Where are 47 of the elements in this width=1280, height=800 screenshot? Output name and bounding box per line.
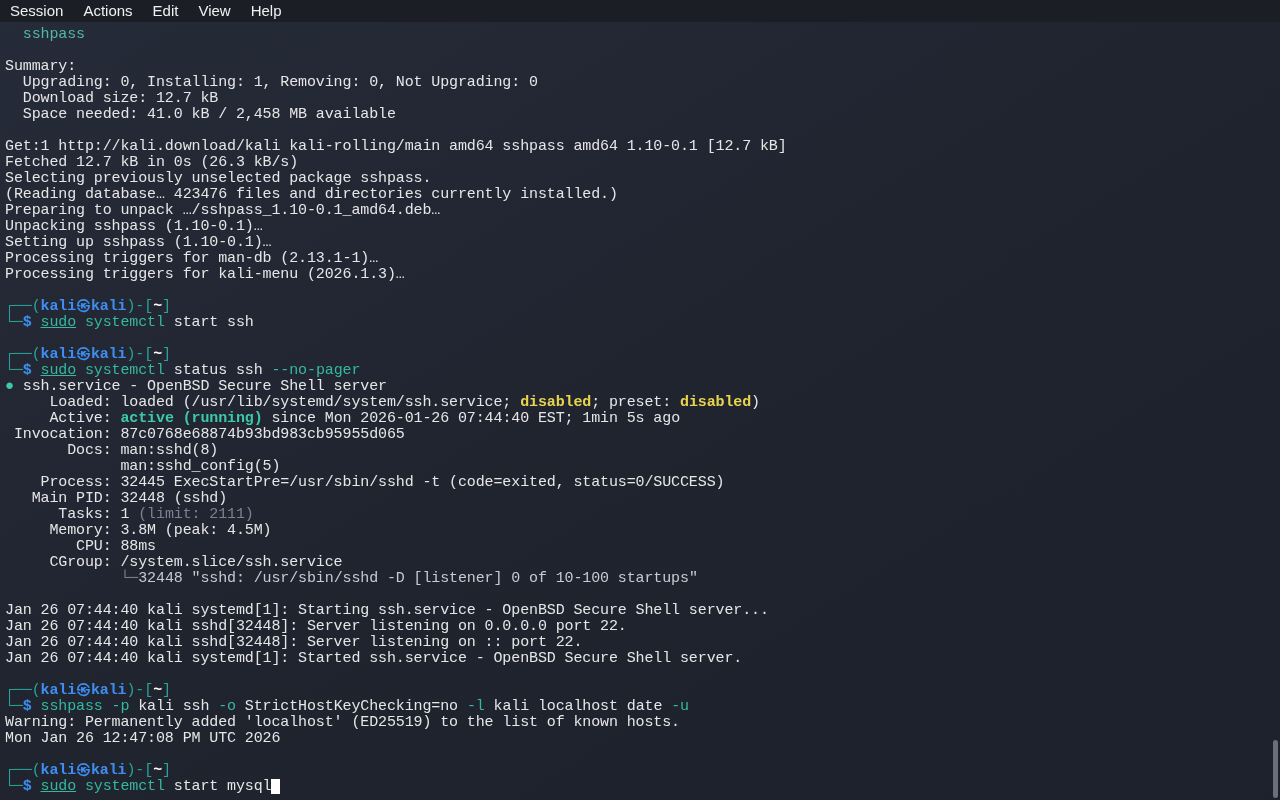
output-line: CPU: 88ms [75, 539, 156, 555]
output-line: Loaded: loaded (/usr/lib/systemd/system/ssh.service; disabled; preset: disabled) [48, 395, 760, 411]
output-line: Process: 32445 ExecStartPre=/usr/sbin/sshd -t (code=exited, status=0/SUCCESS) [39, 475, 725, 491]
output-line: Invocation: 87c0768e68874b93bd983cb95955d065 [12, 427, 405, 443]
output-line: man:sshd_config(5) [119, 459, 281, 475]
output-line: Setting up sshpass (1.10-0.1)… [5, 235, 272, 251]
menu-item[interactable]: Session [10, 0, 64, 23]
output-line: CGroup: /system.slice/ssh.service [48, 555, 343, 571]
output-line: Summary: [5, 59, 77, 75]
output-line: Fetched 12.7 kB in 0s (26.3 kB/s) [5, 155, 299, 171]
command-line: └─$ sudo systemctl start ssh [5, 315, 254, 331]
output-line: Tasks: 1 (limit: 2111) [57, 507, 254, 523]
scrollbar-thumb[interactable] [1273, 740, 1278, 798]
output-line: Processing triggers for kali-menu (2026.1.3)… [5, 267, 405, 283]
output-line: Main PID: 32448 (sshd) [30, 491, 228, 507]
output-line: Upgrading: 0, Installing: 1, Removing: 0, Not Upgrading: 0 [21, 75, 538, 91]
output-line: Mon Jan 26 12:47:08 PM UTC 2026 [5, 731, 281, 747]
output-line: Jan 26 07:44:40 kali sshd[32448]: Server listening on :: port 22. [5, 635, 583, 651]
menu-item[interactable]: Actions [83, 0, 133, 23]
output-line: └─32448 "sshd: /usr/sbin/sshd -D [listener] 0 of 10-100 startups" [119, 571, 698, 587]
command-line: └─$ sudo systemctl start mysql [5, 779, 272, 795]
output-line: Docs: man:sshd(8) [66, 443, 219, 459]
command-line: └─$ sshpass -p kali ssh -o StrictHostKeyChecking=no -l kali localhost date -u [5, 699, 689, 715]
output-line: Download size: 12.7 kB [21, 91, 219, 107]
menu-item[interactable]: View [198, 0, 231, 23]
output-line: Preparing to unpack …/sshpass_1.10-0.1_amd64.deb… [5, 203, 441, 219]
menu-item[interactable]: Help [250, 0, 282, 23]
output-line: Jan 26 07:44:40 kali systemd[1]: Starting ssh.service - OpenBSD Secure Shell server... [5, 603, 769, 619]
output-line: Jan 26 07:44:40 kali systemd[1]: Started ssh.service - OpenBSD Secure Shell server. [5, 651, 743, 667]
output-line: Unpacking sshpass (1.10-0.1)… [5, 219, 263, 235]
prompt-line: ┌──(kali㉿kali)-[~] [5, 763, 171, 779]
command-line: └─$ sudo systemctl status ssh --no-pager [5, 363, 361, 379]
output-line: Jan 26 07:44:40 kali sshd[32448]: Server listening on 0.0.0.0 port 22. [5, 619, 627, 635]
output-line: Get:1 http://kali.download/kali kali-rolling/main amd64 sshpass amd64 1.10-0.1 [12.7 kB] [5, 139, 787, 155]
output-line: Processing triggers for man-db (2.13.1-1)… [5, 251, 379, 267]
prompt-line: ┌──(kali㉿kali)-[~] [5, 299, 171, 315]
output-line: ● ssh.service - OpenBSD Secure Shell server [5, 379, 387, 395]
prompt-line: ┌──(kali㉿kali)-[~] [5, 683, 171, 699]
menu-item[interactable]: Edit [152, 0, 179, 23]
output-line: sshpass [21, 27, 85, 43]
output-line: Active: active (running) since Mon 2026-01-26 07:44:40 EST; 1min 5s ago [48, 411, 680, 427]
prompt-line: ┌──(kali㉿kali)-[~] [5, 347, 171, 363]
output-line: Selecting previously unselected package sshpass. [5, 171, 432, 187]
output-line: Warning: Permanently added 'localhost' (ED25519) to the list of known hosts. [5, 715, 680, 731]
output-line: Space needed: 41.0 kB / 2,458 MB available [21, 107, 396, 123]
output-line: (Reading database… 423476 files and directories currently installed.) [5, 187, 618, 203]
output-line: Memory: 3.8M (peak: 4.5M) [48, 523, 272, 539]
